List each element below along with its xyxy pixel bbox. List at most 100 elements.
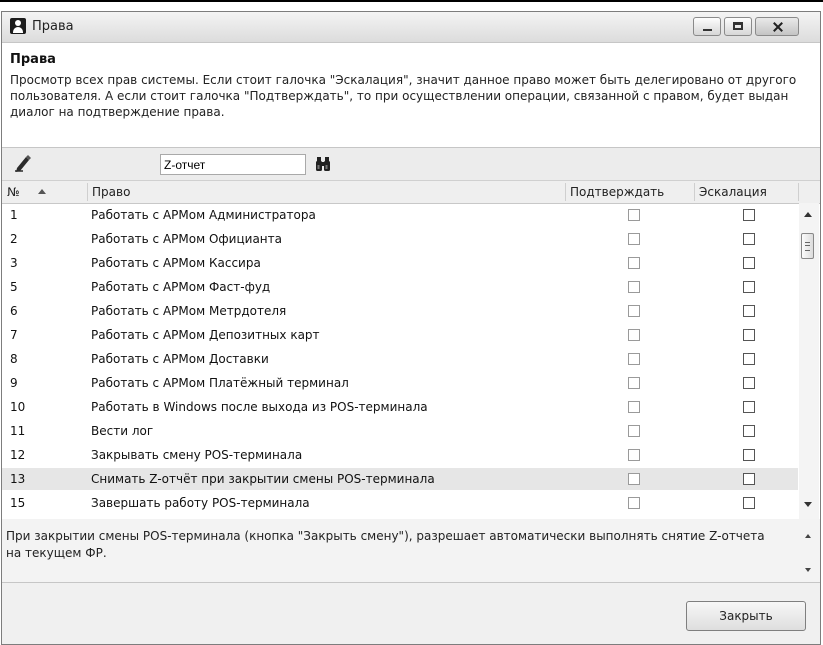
row-num: 12 — [10, 448, 26, 462]
title-bar: Права — [2, 12, 820, 43]
confirm-checkbox[interactable] — [628, 257, 640, 269]
confirm-checkbox[interactable] — [628, 497, 640, 509]
row-num: 13 — [10, 472, 26, 486]
header-separator — [798, 183, 799, 201]
escalation-checkbox[interactable] — [743, 473, 755, 485]
close-window-button[interactable] — [755, 17, 799, 36]
row-name: Вести лог — [91, 424, 154, 438]
scrollbar-thumb[interactable] — [801, 233, 814, 259]
row-num: 2 — [10, 232, 18, 246]
table-row[interactable]: 15 Завершать работу POS-терминала — [2, 492, 798, 514]
confirm-checkbox[interactable] — [628, 449, 640, 461]
row-num: 3 — [10, 256, 18, 270]
row-num: 11 — [10, 424, 26, 438]
user-icon — [10, 18, 26, 34]
table-row-selected[interactable]: 13 Снимать Z-отчёт при закрытии смены PO… — [2, 468, 798, 490]
row-name: Работать с АРМом Метрдотеля — [91, 304, 287, 318]
confirm-checkbox[interactable] — [628, 209, 640, 221]
confirm-checkbox[interactable] — [628, 377, 640, 389]
row-num: 5 — [10, 280, 18, 294]
escalation-checkbox[interactable] — [743, 257, 755, 269]
confirm-checkbox[interactable] — [628, 329, 640, 341]
header-name[interactable]: Право — [87, 181, 565, 203]
row-num: 1 — [10, 208, 18, 222]
table-scrollbar[interactable] — [799, 203, 819, 519]
header-num[interactable]: № — [2, 181, 87, 203]
description-text: Просмотр всех прав системы. Если стоит г… — [10, 73, 797, 119]
top-rule — [0, 0, 823, 2]
escalation-checkbox[interactable] — [743, 353, 755, 365]
pencil-icon[interactable] — [14, 154, 32, 172]
row-name: Снимать Z-отчёт при закрытии смены POS-т… — [91, 472, 435, 486]
row-name: Закрывать смену POS-терминала — [91, 448, 303, 462]
row-name: Работать с АРМом Администратора — [91, 208, 316, 222]
table-row[interactable]: 3 Работать с АРМом Кассира — [2, 252, 798, 274]
row-name: Завершать работу POS-терминала — [91, 496, 310, 510]
binoculars-icon[interactable] — [315, 156, 331, 172]
table-body: 1 Работать с АРМом Администратора 2 Рабо… — [2, 204, 798, 519]
header-num-label: № — [7, 185, 20, 199]
row-num: 9 — [10, 376, 18, 390]
row-name: Работать с АРМом Официанта — [91, 232, 282, 246]
maximize-button[interactable] — [724, 17, 752, 36]
toolbar — [2, 148, 820, 181]
rights-window: Права Права Просмотр всех прав системы. … — [1, 11, 821, 645]
hint-scrollbar[interactable] — [799, 519, 819, 582]
confirm-checkbox[interactable] — [628, 281, 640, 293]
row-name: Работать с АРМом Депозитных карт — [91, 328, 320, 342]
row-num: 6 — [10, 304, 18, 318]
confirm-checkbox[interactable] — [628, 425, 640, 437]
row-num: 10 — [10, 400, 26, 414]
escalation-checkbox[interactable] — [743, 497, 755, 509]
row-name: Работать с АРМом Платёжный терминал — [91, 376, 349, 390]
row-name: Работать с АРМом Доставки — [91, 352, 269, 366]
row-num: 7 — [10, 328, 18, 342]
description-panel: Права Просмотр всех прав системы. Если с… — [2, 43, 820, 148]
row-name: Работать с АРМом Кассира — [91, 256, 261, 270]
confirm-checkbox[interactable] — [628, 305, 640, 317]
table-row[interactable]: 2 Работать с АРМом Официанта — [2, 228, 798, 250]
table-row[interactable]: 5 Работать с АРМом Фаст-фуд — [2, 276, 798, 298]
table-row[interactable]: 10 Работать в Windows после выхода из PO… — [2, 396, 798, 418]
row-name: Работать с АРМом Фаст-фуд — [91, 280, 271, 294]
scroll-down-arrow-icon[interactable] — [804, 502, 812, 507]
header-escalation[interactable]: Эскалация — [694, 181, 798, 203]
table-row[interactable]: 7 Работать с АРМом Депозитных карт — [2, 324, 798, 346]
scroll-up-arrow-icon[interactable] — [804, 212, 812, 217]
sort-ascending-icon — [38, 189, 46, 194]
header-confirm[interactable]: Подтверждать — [565, 181, 694, 203]
table-row[interactable]: 11 Вести лог — [2, 420, 798, 442]
escalation-checkbox[interactable] — [743, 281, 755, 293]
table-row[interactable]: 12 Закрывать смену POS-терминала — [2, 444, 798, 466]
search-input[interactable] — [160, 154, 306, 175]
escalation-checkbox[interactable] — [743, 329, 755, 341]
escalation-checkbox[interactable] — [743, 401, 755, 413]
hint-panel: При закрытии смены POS-терминала (кнопка… — [2, 519, 820, 583]
escalation-checkbox[interactable] — [743, 305, 755, 317]
confirm-checkbox[interactable] — [628, 233, 640, 245]
hint-text: При закрытии смены POS-терминала (кнопка… — [6, 529, 765, 560]
row-num: 15 — [10, 496, 26, 510]
escalation-checkbox[interactable] — [743, 209, 755, 221]
escalation-checkbox[interactable] — [743, 449, 755, 461]
confirm-checkbox[interactable] — [628, 401, 640, 413]
table-row[interactable]: 8 Работать с АРМом Доставки — [2, 348, 798, 370]
confirm-checkbox[interactable] — [628, 353, 640, 365]
confirm-checkbox[interactable] — [628, 473, 640, 485]
minimize-button[interactable] — [693, 17, 721, 36]
table-row[interactable]: 1 Работать с АРМом Администратора — [2, 204, 798, 226]
table-header: № Право Подтверждать Эскалация — [2, 181, 820, 204]
rights-table: № Право Подтверждать Эскалация 1 Работат… — [2, 181, 820, 520]
escalation-checkbox[interactable] — [743, 233, 755, 245]
window-title: Права — [32, 19, 74, 34]
escalation-checkbox[interactable] — [743, 377, 755, 389]
hint-scroll-up-icon[interactable] — [805, 534, 811, 538]
close-button[interactable]: Закрыть — [686, 601, 806, 631]
table-row[interactable]: 6 Работать с АРМом Метрдотеля — [2, 300, 798, 322]
row-num: 8 — [10, 352, 18, 366]
hint-scroll-down-icon[interactable] — [805, 568, 811, 572]
table-row[interactable]: 9 Работать с АРМом Платёжный терминал — [2, 372, 798, 394]
row-name: Работать в Windows после выхода из POS-т… — [91, 400, 428, 414]
description-title: Права — [10, 52, 56, 67]
escalation-checkbox[interactable] — [743, 425, 755, 437]
